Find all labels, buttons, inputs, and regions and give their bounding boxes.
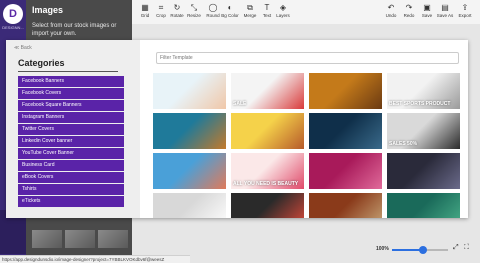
zoom-slider-handle[interactable] [418,246,427,254]
tool-label: Undo [385,13,397,18]
tool-label: Redo [403,13,415,18]
round-button[interactable]: ◯ Round [204,3,222,18]
resize-icon: ⤡ [190,3,198,12]
back-link[interactable]: ≪ Back [14,45,32,51]
category-sidebar: ≪ Back Categories Facebook Banners Facebo… [6,40,140,218]
tool-label: Save As [436,13,454,18]
fit-screen-icon[interactable]: ⤢ [453,244,459,252]
tool-label: Bg Color [221,13,239,18]
export-button[interactable]: ⇪ Export [456,3,474,18]
categories-title: Categories [18,58,65,68]
tool-label: Round [206,13,220,18]
category-item[interactable]: Business Card [18,160,124,171]
template-thumbnail[interactable] [231,113,304,149]
template-thumbnail[interactable]: SALE [231,73,304,109]
template-thumbnail[interactable]: Creative Agency [387,193,460,218]
category-item[interactable]: YouTube Cover Banner [18,148,124,159]
category-item[interactable]: Twitter Covers [18,124,124,135]
export-icon: ⇪ [461,3,469,12]
template-thumbnail[interactable] [153,153,226,189]
zoom-level: 100% [376,246,389,252]
template-text: BEST SPORTS PRODUCT [389,101,451,107]
template-thumbnail[interactable] [153,73,226,109]
stock-thumbnail[interactable] [32,230,62,248]
resize-button[interactable]: ⤡ Resize [185,3,203,18]
toolbar: ▦ Grid ⌗ Crop ↻ Rotate ⤡ Resize ◯ Round ◐ Bg Color ⧉… [132,0,480,24]
save-button[interactable]: ▣ Save [418,3,436,18]
zoom-slider[interactable] [392,246,448,254]
layers-button[interactable]: ◈ Layers [274,3,292,18]
template-thumbnail[interactable] [387,153,460,189]
bg-color-button[interactable]: ◐ Bg Color [221,3,239,18]
template-thumbnail[interactable] [309,153,382,189]
save-icon: ▣ [423,3,431,12]
save-as-icon: ▤ [441,3,449,12]
template-thumbnail[interactable]: BEST SPORTS PRODUCT [387,73,460,109]
template-thumbnail[interactable]: SALES 50% [387,113,460,149]
template-text: SALES 50% [389,141,418,147]
category-item[interactable]: Facebook Covers [18,88,124,99]
category-item[interactable]: Linkedin Cover banner [18,136,124,147]
template-thumbnail[interactable]: ALL YOU NEED IS BEAUTY [231,153,304,189]
template-thumbnail[interactable] [153,193,226,218]
panel-description: Select from our stock images or import y… [32,23,117,37]
stock-thumbnail[interactable] [98,230,128,248]
stock-thumbnail[interactable] [65,230,95,248]
tool-label: Save [421,13,433,18]
stock-thumbnails [32,230,128,248]
logo-mark: D [9,8,17,20]
status-bar-url: https://app.designdunsdio.io/image-desig… [0,255,190,263]
redo-button[interactable]: ↷ Redo [400,3,418,18]
undo-icon: ↶ [387,3,395,12]
template-text: SALE [233,101,247,107]
merge-button[interactable]: ⧉ Merge [241,3,259,18]
tool-label: Merge [243,13,257,18]
category-item[interactable]: Tshirts [18,184,124,195]
rotate-icon: ↻ [173,3,181,12]
template-thumbnail[interactable] [309,113,382,149]
app-brand: DESIGNN... [2,25,24,30]
round-icon: ◯ [208,3,218,12]
category-item[interactable]: eTickets [18,196,124,207]
layers-icon: ◈ [279,3,287,12]
tool-label: Rotate [170,13,184,18]
category-item[interactable]: Facebook Square Banners [18,100,124,111]
redo-icon: ↷ [405,3,413,12]
template-thumbnail[interactable] [153,113,226,149]
categories-divider [18,71,118,72]
category-item[interactable]: Facebook Banners [18,76,124,87]
category-item[interactable]: eBook Covers [18,172,124,183]
category-list: Facebook Banners Facebook Covers Facebook … [18,76,124,208]
merge-icon: ⧉ [247,3,253,12]
tool-label: Resize [187,13,201,18]
tool-label: Layers [276,13,290,18]
panel-title: Images [32,5,64,15]
template-thumbnail[interactable]: SALE 30% [231,193,304,218]
template-thumbnail[interactable]: Vintage Sale [309,193,382,218]
filter-template-input[interactable] [156,52,459,64]
template-thumbnail[interactable] [309,73,382,109]
tool-label: Export [458,13,472,18]
template-modal: ≪ Back Categories Facebook Banners Facebo… [6,40,468,218]
category-item[interactable]: Instagram Banners [18,112,124,123]
bg-color-icon: ◐ [227,3,233,12]
app-logo[interactable]: D [3,4,23,24]
template-text: ALL YOU NEED IS BEAUTY [233,181,299,187]
rotate-button[interactable]: ↻ Rotate [168,3,186,18]
fullscreen-icon[interactable]: ⛶ [464,244,469,252]
save-as-button[interactable]: ▤ Save As [436,3,454,18]
undo-button[interactable]: ↶ Undo [382,3,400,18]
